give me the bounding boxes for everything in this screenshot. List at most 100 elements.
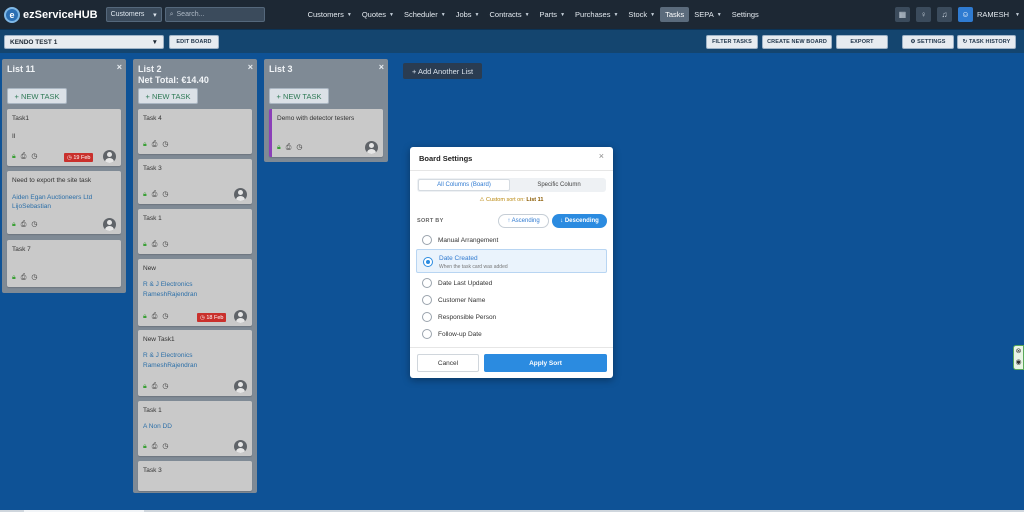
lock-icon[interactable]: 🔒︎ bbox=[277, 144, 281, 152]
printer-icon[interactable]: ⎙ bbox=[21, 221, 27, 229]
task-card[interactable]: Need to export the site task Aiden Egan … bbox=[7, 171, 121, 234]
task-card[interactable]: New R & J Electronics RameshRajendran 🔒︎… bbox=[138, 259, 252, 326]
apply-sort-button[interactable]: Apply Sort bbox=[484, 354, 607, 372]
edit-board-button[interactable]: EDIT BOARD bbox=[169, 35, 219, 49]
close-icon[interactable]: × bbox=[117, 62, 122, 72]
task-card[interactable]: Task 4 🔒︎ ⎙ ◷ bbox=[138, 109, 252, 154]
nav-item-sepa[interactable]: SEPA ▼ bbox=[689, 7, 726, 22]
lightbulb-icon[interactable]: ♀ bbox=[915, 7, 931, 22]
new-task-button[interactable]: + NEW TASK bbox=[7, 88, 67, 104]
printer-icon[interactable]: ⎙ bbox=[152, 191, 158, 199]
nav-item-settings[interactable]: Settings bbox=[727, 7, 764, 22]
nav-item-customers[interactable]: Customers ▼ bbox=[303, 7, 357, 22]
lock-icon[interactable]: 🔒︎ bbox=[12, 221, 16, 229]
task-card[interactable]: Task 3 bbox=[138, 461, 252, 491]
avatar[interactable] bbox=[234, 440, 247, 453]
printer-icon[interactable]: ⎙ bbox=[152, 443, 158, 451]
radio-button[interactable] bbox=[422, 312, 432, 322]
clock-icon[interactable]: ◷ bbox=[162, 383, 168, 391]
radio-button[interactable] bbox=[422, 278, 432, 288]
task-history-button[interactable]: ↻ TASK HISTORY bbox=[957, 35, 1016, 49]
lock-icon[interactable]: 🔒︎ bbox=[143, 443, 147, 451]
new-task-button[interactable]: + NEW TASK bbox=[138, 88, 198, 104]
sort-option-date-created[interactable]: Date Created When the task card was adde… bbox=[416, 249, 607, 273]
descending-button[interactable]: ↓ Descending bbox=[552, 214, 607, 228]
app-logo[interactable]: e ezServiceHUB bbox=[4, 6, 98, 23]
side-widget[interactable]: ⊗ ◉ bbox=[1013, 345, 1024, 370]
task-card[interactable]: Task1 II 🔒︎ ⎙ ◷ ◷ 19 Feb bbox=[7, 109, 121, 166]
sort-option-responsible-person[interactable]: Responsible Person bbox=[416, 309, 607, 325]
nav-item-stock[interactable]: Stock ▼ bbox=[623, 7, 660, 22]
printer-icon[interactable]: ⎙ bbox=[152, 383, 158, 391]
radio-button[interactable] bbox=[422, 329, 432, 339]
sort-option-follow-up-date[interactable]: Follow-up Date bbox=[416, 326, 607, 342]
card-customer[interactable]: R & J Electronics bbox=[143, 352, 193, 359]
lock-icon[interactable]: 🔒︎ bbox=[143, 191, 147, 199]
list-title[interactable]: List 2 bbox=[138, 64, 162, 74]
lock-icon[interactable]: 🔒︎ bbox=[143, 313, 147, 321]
close-icon[interactable]: ⊗ bbox=[1016, 348, 1022, 356]
lock-icon[interactable]: 🔒︎ bbox=[12, 274, 16, 282]
calculator-icon[interactable]: ▦ bbox=[894, 7, 910, 22]
nav-item-contracts[interactable]: Contracts ▼ bbox=[484, 7, 534, 22]
card-customer[interactable]: R & J Electronics bbox=[143, 281, 193, 288]
task-card[interactable]: Demo with detector testers 🔒︎ ⎙ ◷ bbox=[269, 109, 383, 157]
user-icon[interactable]: ☺ bbox=[957, 7, 973, 22]
printer-icon[interactable]: ⎙ bbox=[152, 313, 158, 321]
radio-button[interactable] bbox=[422, 235, 432, 245]
new-task-button[interactable]: + NEW TASK bbox=[269, 88, 329, 104]
sort-option-date-last-updated[interactable]: Date Last Updated bbox=[416, 275, 607, 291]
card-assignee[interactable]: RameshRajendran bbox=[143, 362, 197, 369]
list-title[interactable]: List 11 bbox=[7, 64, 35, 74]
nav-item-tasks[interactable]: Tasks bbox=[660, 7, 690, 22]
cancel-button[interactable]: Cancel bbox=[417, 354, 479, 372]
tab-specific-column[interactable]: Specific Column bbox=[513, 179, 605, 191]
bell-icon[interactable]: ♫ bbox=[936, 7, 952, 22]
add-another-list-button[interactable]: + Add Another List bbox=[403, 63, 482, 79]
clock-icon[interactable]: ◷ bbox=[162, 191, 168, 199]
avatar[interactable] bbox=[234, 188, 247, 201]
lock-icon[interactable]: 🔒︎ bbox=[143, 383, 147, 391]
chevron-down-icon[interactable]: ▼ bbox=[1015, 12, 1020, 18]
lock-icon[interactable]: 🔒︎ bbox=[143, 241, 147, 249]
user-name[interactable]: RAMESH bbox=[977, 10, 1009, 19]
nav-item-scheduler[interactable]: Scheduler ▼ bbox=[399, 7, 451, 22]
avatar[interactable] bbox=[234, 380, 247, 393]
task-card[interactable]: Task 1 🔒︎ ⎙ ◷ bbox=[138, 209, 252, 254]
task-card[interactable]: Task 1 A Non DD 🔒︎ ⎙ ◷ bbox=[138, 401, 252, 456]
avatar[interactable] bbox=[365, 141, 378, 154]
nav-item-quotes[interactable]: Quotes ▼ bbox=[357, 7, 399, 22]
close-icon[interactable]: × bbox=[248, 62, 253, 72]
card-customer[interactable]: A Non DD bbox=[143, 423, 172, 430]
printer-icon[interactable]: ⎙ bbox=[152, 141, 158, 149]
clock-icon[interactable]: ◷ bbox=[31, 221, 37, 229]
nav-item-parts[interactable]: Parts ▼ bbox=[535, 7, 570, 22]
clock-icon[interactable]: ◷ bbox=[162, 241, 168, 249]
nav-item-purchases[interactable]: Purchases ▼ bbox=[570, 7, 623, 22]
avatar[interactable] bbox=[234, 310, 247, 323]
card-customer[interactable]: Aiden Egan Auctioneers Ltd bbox=[12, 194, 92, 201]
clock-icon[interactable]: ◷ bbox=[296, 144, 302, 152]
filter-tasks-button[interactable]: FILTER TASKS bbox=[706, 35, 758, 49]
sort-option-customer-name[interactable]: Customer Name bbox=[416, 292, 607, 308]
search-input[interactable]: ⌕ Search... bbox=[164, 7, 265, 22]
clock-icon[interactable]: ◷ bbox=[31, 153, 37, 161]
printer-icon[interactable]: ⎙ bbox=[152, 241, 158, 249]
tab-all-columns[interactable]: All Columns (Board) bbox=[418, 179, 510, 191]
close-icon[interactable]: × bbox=[599, 151, 604, 161]
lock-icon[interactable]: 🔒︎ bbox=[143, 141, 147, 149]
sort-option-manual[interactable]: Manual Arrangement bbox=[416, 232, 607, 248]
avatar[interactable] bbox=[103, 218, 116, 231]
printer-icon[interactable]: ⎙ bbox=[286, 144, 292, 152]
nav-item-jobs[interactable]: Jobs ▼ bbox=[451, 7, 485, 22]
printer-icon[interactable]: ⎙ bbox=[21, 274, 27, 282]
clock-icon[interactable]: ◷ bbox=[31, 274, 37, 282]
task-card[interactable]: Task 3 🔒︎ ⎙ ◷ bbox=[138, 159, 252, 204]
clock-icon[interactable]: ◷ bbox=[162, 443, 168, 451]
list-title[interactable]: List 3 bbox=[269, 64, 293, 74]
settings-button[interactable]: ⚙ SETTINGS bbox=[902, 35, 954, 49]
lock-icon[interactable]: 🔒︎ bbox=[12, 153, 16, 161]
target-icon[interactable]: ◉ bbox=[1015, 359, 1021, 367]
printer-icon[interactable]: ⎙ bbox=[21, 153, 27, 161]
clock-icon[interactable]: ◷ bbox=[162, 141, 168, 149]
